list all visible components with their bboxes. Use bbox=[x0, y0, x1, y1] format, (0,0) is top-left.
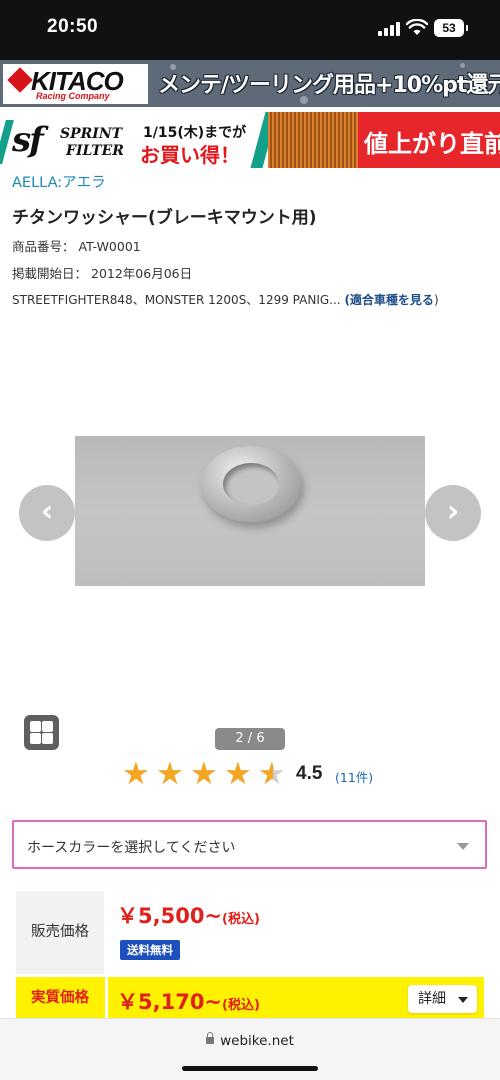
status-bar: 20:50 53 bbox=[0, 0, 500, 60]
brand-link[interactable]: AELLA:アエラ bbox=[12, 171, 106, 192]
price-detail-label: 詳細 bbox=[418, 991, 446, 1007]
sale-price-tax: (税込) bbox=[222, 912, 260, 927]
chevron-left-icon: ‹ bbox=[40, 494, 54, 529]
cellular-signal-icon bbox=[378, 22, 400, 36]
sale-price-label: 販売価格 bbox=[16, 891, 104, 974]
rating-value: 4.5 bbox=[296, 763, 323, 784]
kitaco-logo: KITACO Racing Company bbox=[3, 64, 148, 104]
product-title: チタンワッシャー(ブレーキマウント用) bbox=[12, 208, 317, 228]
caret-down-icon bbox=[458, 997, 468, 1003]
sprint-filter-logo: sf bbox=[12, 120, 44, 160]
gallery-next-button[interactable]: › bbox=[425, 485, 481, 541]
real-price-row: 実質価格 ￥5,170~(税込) 詳細 bbox=[16, 977, 484, 1019]
kitaco-tagline: Racing Company bbox=[36, 91, 110, 101]
fitment-close-paren: ) bbox=[433, 293, 439, 307]
star-fill-icon: ★ bbox=[224, 758, 252, 790]
sale-price-value: ￥5,500~ bbox=[117, 904, 223, 928]
image-counter: 2 / 6 bbox=[215, 728, 285, 750]
sale-price: ￥5,500~(税込) bbox=[117, 900, 260, 930]
sku-row: 商品番号： AT-W0001 bbox=[12, 236, 141, 255]
listing-date-label: 掲載開始日： bbox=[12, 266, 88, 281]
url-text: webike.net bbox=[220, 1033, 294, 1049]
battery-icon: 53 bbox=[434, 19, 468, 37]
listing-date-row: 掲載開始日： 2012年06月06日 bbox=[12, 263, 192, 282]
fitment-models: STREETFIGHTER848、MONSTER 1200S、1299 PANI… bbox=[12, 293, 341, 307]
battery-level: 53 bbox=[442, 21, 456, 35]
home-indicator[interactable] bbox=[182, 1066, 318, 1071]
wifi-icon bbox=[406, 19, 428, 35]
sprint-filter-name-2: FILTER bbox=[66, 143, 124, 159]
air-filter-image bbox=[268, 112, 358, 168]
price-detail-button[interactable]: 詳細 bbox=[408, 985, 477, 1013]
star-fill-icon: ★ bbox=[156, 758, 184, 790]
sprint-filter-name-1: SPRINT bbox=[60, 126, 123, 142]
sku-label: 商品番号： bbox=[12, 239, 75, 254]
sprint-filter-banner[interactable]: sf SPRINT FILTER 1/15(木)までが お買い得！ 値上がり直前 bbox=[0, 112, 500, 168]
fitment-summary: STREETFIGHTER848、MONSTER 1200S、1299 PANI… bbox=[12, 290, 490, 311]
grid-icon bbox=[30, 721, 41, 732]
star-fill-icon: ★ bbox=[190, 758, 218, 790]
free-shipping-badge: 送料無料 bbox=[120, 940, 180, 960]
listing-date-value: 2012年06月06日 bbox=[91, 266, 193, 281]
chevron-down-icon bbox=[457, 843, 469, 850]
hose-color-placeholder: ホースカラーを選択してください bbox=[27, 840, 236, 856]
kitaco-mark-icon bbox=[7, 67, 33, 93]
gallery-prev-button[interactable]: ‹ bbox=[19, 485, 75, 541]
hose-color-select[interactable]: ホースカラーを選択してください bbox=[12, 820, 487, 869]
sprint-filter-price-box: 値上がり直前 bbox=[358, 112, 500, 168]
fitment-link[interactable]: 適合車種を見る bbox=[350, 293, 434, 307]
star-fill-icon: ★ bbox=[258, 758, 273, 790]
review-count-link[interactable]: (11件) bbox=[335, 767, 373, 786]
kitaco-promo-banner[interactable]: KITACO Racing Company メンテ/ツーリング用品+10%pt還… bbox=[0, 60, 500, 107]
real-price-label: 実質価格 bbox=[31, 990, 89, 1006]
gallery-grid-button[interactable] bbox=[24, 715, 59, 750]
kitaco-promo-text: メンテ/ツーリング用品+10%pt還元 bbox=[158, 73, 500, 98]
product-image[interactable] bbox=[75, 436, 425, 586]
star-fill-icon: ★ bbox=[122, 758, 150, 790]
sprint-filter-deal: お買い得！ bbox=[140, 143, 240, 167]
url-display[interactable]: webike.net bbox=[0, 1032, 500, 1049]
real-price-value: ￥5,170~ bbox=[117, 990, 223, 1014]
titanium-washer-photo bbox=[201, 446, 301, 522]
real-price: ￥5,170~(税込) bbox=[117, 986, 260, 1016]
sku-value: AT-W0001 bbox=[78, 239, 141, 254]
chevron-right-icon: › bbox=[446, 494, 460, 529]
real-price-tax: (税込) bbox=[222, 998, 260, 1013]
sprint-filter-price-text: 値上がり直前 bbox=[364, 130, 500, 158]
lock-icon bbox=[206, 1032, 215, 1044]
status-time: 20:50 bbox=[47, 16, 99, 37]
